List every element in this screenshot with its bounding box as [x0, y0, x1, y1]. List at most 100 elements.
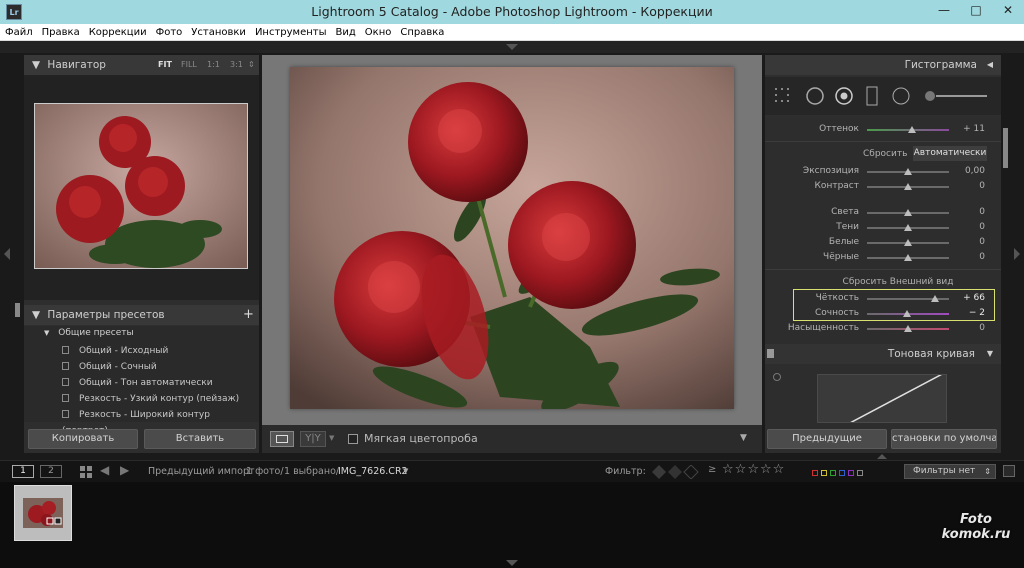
main-window-button[interactable]: 1 — [12, 465, 34, 478]
tint-slider-row[interactable]: Оттенок + 11 — [765, 122, 1001, 137]
vibrance-thumb[interactable] — [903, 310, 912, 317]
tone-curve-graph[interactable] — [817, 374, 947, 423]
color-label-swatch[interactable] — [848, 470, 854, 476]
clarity-value[interactable]: + 66 — [963, 291, 985, 306]
whites-slider-row[interactable]: Белые 0 — [765, 235, 1001, 250]
preset-item[interactable]: Резкость - Узкий контур (пейзаж) — [62, 391, 252, 407]
contrast-thumb[interactable] — [904, 183, 912, 190]
loupe-view-button[interactable] — [270, 431, 294, 447]
exposure-value[interactable]: 0,00 — [965, 164, 985, 179]
navigator-header[interactable]: ▼ Навигатор FIT FILL 1:1 3:1 ⇕ — [24, 55, 259, 75]
contrast-slider-row[interactable]: Контраст 0 — [765, 179, 1001, 194]
preset-item[interactable]: Резкость - Широкий контур (портрет) — [62, 407, 252, 436]
expand-top-panel-icon[interactable] — [506, 44, 518, 50]
menu-tools[interactable]: Инструменты — [250, 24, 331, 40]
tint-value[interactable]: + 11 — [963, 122, 985, 137]
preset-group[interactable]: ▼ Общие пресеты — [44, 328, 134, 338]
color-label-swatch[interactable] — [821, 470, 827, 476]
presets-header[interactable]: ▼ Параметры пресетов + — [24, 305, 259, 325]
blacks-thumb[interactable] — [904, 254, 912, 261]
previous-button[interactable]: Предыдущие — [767, 429, 887, 449]
whites-value[interactable]: 0 — [979, 235, 985, 250]
color-label-swatch[interactable] — [857, 470, 863, 476]
menu-edit[interactable]: Правка — [37, 24, 84, 40]
maximize-button[interactable]: □ — [960, 0, 992, 20]
grid-view-icon[interactable] — [80, 466, 92, 478]
copy-button[interactable]: Копировать — [28, 429, 138, 449]
add-preset-icon[interactable]: + — [243, 305, 254, 325]
collapse-right-panel-icon[interactable] — [1014, 248, 1020, 260]
expand-filmstrip-icon[interactable] — [506, 560, 518, 566]
back-arrow-icon[interactable]: ◀ — [100, 463, 109, 477]
star-icon[interactable]: ☆ — [760, 462, 772, 477]
exposure-thumb[interactable] — [904, 168, 912, 175]
star-rating-filter[interactable]: ☆☆☆☆☆ — [722, 462, 785, 477]
zoom-3-1[interactable]: 3:1 — [230, 55, 243, 75]
shadows-slider-row[interactable]: Тени 0 — [765, 220, 1001, 235]
collapse-left-panel-icon[interactable] — [4, 248, 10, 260]
star-icon[interactable]: ☆ — [773, 462, 785, 477]
contrast-value[interactable]: 0 — [979, 179, 985, 194]
right-panel-scrollbar[interactable] — [1003, 128, 1008, 168]
shadows-value[interactable]: 0 — [979, 220, 985, 235]
preset-item[interactable]: Общий - Исходный — [62, 343, 252, 359]
color-label-swatch[interactable] — [830, 470, 836, 476]
photo-canvas[interactable] — [290, 67, 734, 409]
exposure-slider-row[interactable]: Экспозиция 0,00 — [765, 164, 1001, 179]
zoom-fill[interactable]: FILL — [181, 55, 197, 75]
expand-toolbar-icon[interactable] — [877, 454, 887, 459]
star-icon[interactable]: ☆ — [747, 462, 759, 477]
forward-arrow-icon[interactable]: ▶ — [120, 463, 129, 477]
source-label[interactable]: Предыдущий импорт — [148, 466, 255, 477]
filename-dropdown-icon[interactable]: ▼ — [403, 467, 408, 475]
view-dropdown-icon[interactable]: ▼ — [329, 434, 334, 442]
blacks-value[interactable]: 0 — [979, 250, 985, 265]
highlights-slider-row[interactable]: Света 0 — [765, 205, 1001, 220]
soft-proof-checkbox[interactable] — [348, 434, 358, 444]
star-icon[interactable]: ☆ — [722, 462, 734, 477]
menu-photo[interactable]: Фото — [151, 24, 187, 40]
menu-settings[interactable]: Установки — [186, 24, 250, 40]
zoom-dropdown-icon[interactable]: ⇕ — [248, 55, 255, 75]
tone-curve-header[interactable]: Тоновая кривая ▼ — [765, 344, 1001, 364]
highlights-value[interactable]: 0 — [979, 205, 985, 220]
vibrance-slider-row[interactable]: Сочность − 2 — [765, 306, 1001, 321]
menu-view[interactable]: Вид — [331, 24, 360, 40]
paste-button[interactable]: Вставить — [144, 429, 256, 449]
star-icon[interactable]: ☆ — [735, 462, 747, 477]
saturation-value[interactable]: 0 — [979, 321, 985, 336]
filter-preset-select[interactable]: Фильтры нет ⇕ — [904, 464, 996, 479]
panel-switch-icon[interactable] — [767, 349, 774, 358]
auto-tone-button[interactable]: Автоматически — [913, 146, 987, 161]
menu-help[interactable]: Справка — [395, 24, 448, 40]
presence-reset-link[interactable]: Сбросить Внешний вид — [765, 277, 1001, 287]
color-label-filter[interactable] — [812, 468, 866, 479]
menu-window[interactable]: Окно — [360, 24, 396, 40]
toolbar-menu-icon[interactable]: ▼ — [740, 433, 747, 443]
clarity-thumb[interactable] — [931, 295, 940, 302]
navigator-thumbnail[interactable] — [34, 103, 248, 269]
menu-develop[interactable]: Коррекции — [84, 24, 151, 40]
tone-reset-link[interactable]: Сбросить — [863, 149, 907, 159]
histogram-header[interactable]: Гистограмма ◀ — [765, 55, 1001, 75]
filter-lock-icon[interactable] — [1003, 465, 1015, 477]
color-label-swatch[interactable] — [839, 470, 845, 476]
zoom-fit[interactable]: FIT — [158, 55, 172, 75]
blacks-slider-row[interactable]: Чёрные 0 — [765, 250, 1001, 265]
color-label-swatch[interactable] — [812, 470, 818, 476]
minimize-button[interactable]: — — [928, 0, 960, 20]
tint-thumb[interactable] — [908, 126, 917, 133]
flag-filter-icons[interactable] — [652, 465, 700, 479]
filename[interactable]: IMG_7626.CR2 — [338, 466, 408, 477]
preset-item[interactable]: Общий - Тон автоматически — [62, 375, 252, 391]
whites-thumb[interactable] — [904, 239, 912, 246]
menu-file[interactable]: Файл — [0, 24, 37, 40]
close-button[interactable]: ✕ — [992, 0, 1024, 20]
filmstrip-thumbnail[interactable] — [14, 485, 72, 541]
saturation-thumb[interactable] — [904, 325, 912, 332]
before-after-view-button[interactable]: Y|Y — [300, 431, 326, 447]
second-window-button[interactable]: 2 — [40, 465, 62, 478]
zoom-1-1[interactable]: 1:1 — [207, 55, 220, 75]
rating-operator-icon[interactable]: ≥ — [708, 464, 716, 475]
module-picker-collapsed[interactable] — [0, 41, 1024, 53]
